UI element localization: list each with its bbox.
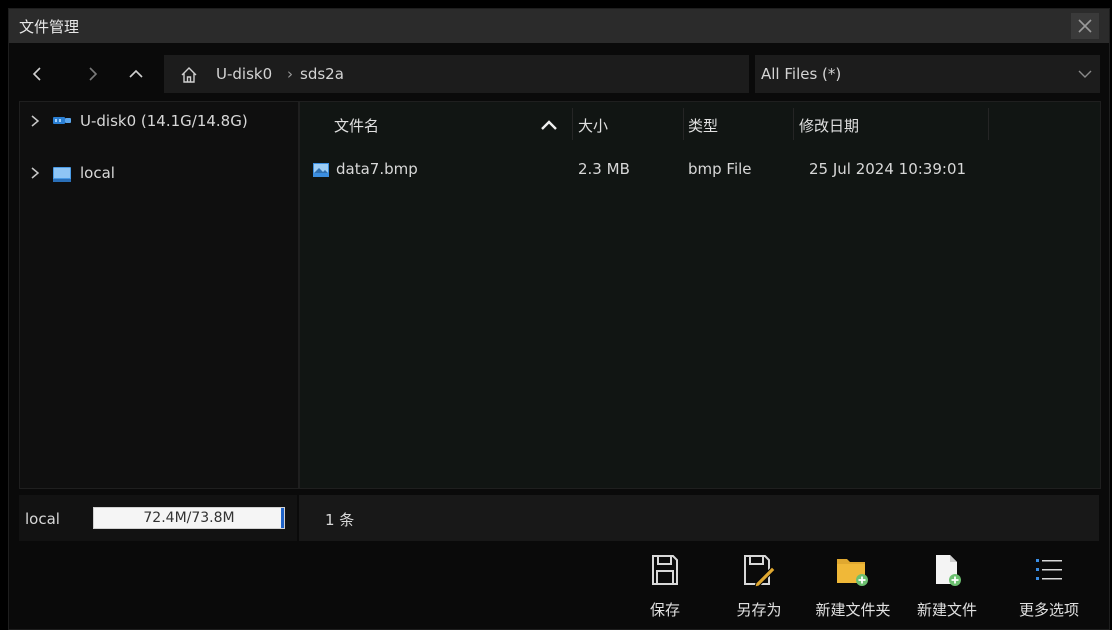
breadcrumb-segment[interactable]: sds2a (300, 65, 344, 83)
save-as-button[interactable]: 另存为 (714, 553, 804, 623)
up-directory-button[interactable] (123, 61, 149, 87)
close-icon (1078, 19, 1092, 33)
save-label: 保存 (649, 601, 680, 619)
column-header-size[interactable]: 大小 (578, 115, 608, 136)
breadcrumb-segment[interactable]: U-disk0 (216, 65, 272, 83)
close-button[interactable] (1071, 13, 1099, 39)
file-row[interactable]: data7.bmp 2.3 MB bmp File 25 Jul 2024 10… (300, 154, 1100, 184)
new-file-icon (936, 555, 961, 586)
file-modified: 25 Jul 2024 10:39:01 (809, 160, 967, 178)
column-header-type[interactable]: 类型 (688, 115, 718, 136)
column-header-modified[interactable]: 修改日期 (799, 115, 859, 136)
filter-selected-value: All Files (*) (761, 65, 842, 83)
path-breadcrumb[interactable]: U-disk0 › sds2a (164, 55, 749, 93)
image-file-icon (313, 163, 329, 177)
list-menu-icon (1036, 559, 1062, 580)
more-options-label: 更多选项 (1018, 601, 1079, 619)
save-icon (652, 555, 678, 585)
storage-usage: local 72.4M/73.8M (19, 495, 297, 541)
column-divider (572, 108, 573, 140)
chevron-left-icon (32, 67, 41, 81)
chevron-right-icon (89, 67, 98, 81)
chevron-right-icon[interactable] (30, 115, 40, 127)
title-bar: 文件管理 (9, 9, 1109, 43)
column-header-name[interactable]: 文件名 (334, 115, 379, 136)
local-drive-icon (53, 167, 71, 182)
breadcrumb-separator: › (287, 65, 293, 83)
storage-label: local (25, 510, 60, 528)
chevron-right-icon[interactable] (30, 167, 40, 179)
new-folder-icon (837, 559, 868, 586)
new-folder-label: 新建文件夹 (815, 601, 891, 619)
file-type-filter[interactable]: All Files (*) (755, 55, 1100, 93)
file-list: 文件名 大小 类型 修改日期 data7.bmp 2.3 MB bmp File… (299, 101, 1101, 489)
sort-ascending-icon[interactable] (541, 120, 557, 130)
home-icon[interactable] (180, 66, 198, 84)
save-as-label: 另存为 (736, 601, 782, 619)
tree-item-local[interactable]: local (20, 158, 298, 188)
more-options-button[interactable]: 更多选项 (1004, 553, 1094, 623)
directory-tree: U-disk0 (14.1G/14.8G) local (19, 101, 299, 489)
storage-usage-text: 72.4M/73.8M (143, 510, 235, 526)
file-name: data7.bmp (336, 160, 418, 178)
back-button[interactable] (25, 61, 51, 87)
window-title: 文件管理 (19, 18, 80, 36)
new-folder-button[interactable]: 新建文件夹 (808, 553, 898, 623)
file-type: bmp File (688, 160, 752, 178)
file-manager-window: 文件管理 U-disk0 › sds2a All Files (*) U-dis… (8, 8, 1110, 630)
new-file-button[interactable]: 新建文件 (902, 553, 992, 623)
column-divider (988, 108, 989, 140)
file-size: 2.3 MB (578, 160, 630, 178)
forward-button[interactable] (79, 61, 105, 87)
chevron-up-icon (129, 69, 143, 78)
status-bar: 1 条 (299, 495, 1099, 541)
usb-drive-icon (53, 117, 71, 124)
item-count: 1 条 (325, 511, 355, 529)
navigation-bar: U-disk0 › sds2a All Files (*) (9, 53, 1109, 95)
storage-progress-bar: 72.4M/73.8M (93, 507, 285, 529)
chevron-down-icon (1078, 70, 1092, 78)
save-as-icon (744, 555, 776, 587)
new-file-label: 新建文件 (916, 601, 977, 619)
tree-item-u-disk0[interactable]: U-disk0 (14.1G/14.8G) (20, 106, 298, 136)
file-list-header: 文件名 大小 类型 修改日期 (300, 102, 1100, 144)
tree-item-label: U-disk0 (14.1G/14.8G) (80, 112, 248, 130)
column-divider (683, 108, 684, 140)
save-button[interactable]: 保存 (620, 553, 710, 623)
tree-item-label: local (80, 164, 115, 182)
column-divider (793, 108, 794, 140)
